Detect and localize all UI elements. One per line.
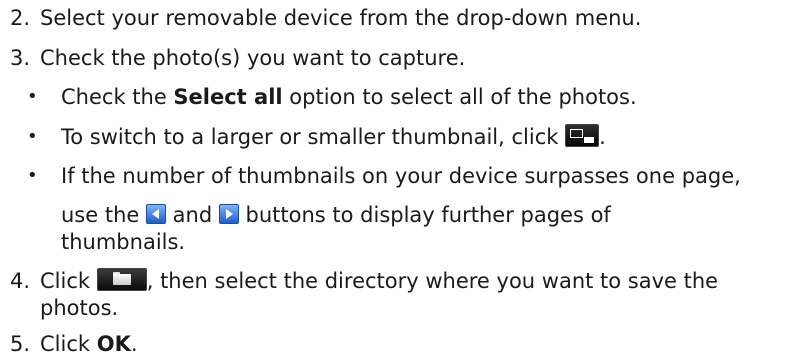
step-number: 2. bbox=[10, 6, 31, 30]
next-page-icon bbox=[218, 204, 239, 224]
previous-page-icon bbox=[145, 204, 166, 224]
step-4: 4. Click , then select the directory whe… bbox=[10, 266, 718, 296]
step-text: Click , then select the directory where … bbox=[40, 268, 719, 293]
bullet-text: Check the Select all option to select al… bbox=[61, 85, 637, 109]
thumbnail-size-icon bbox=[565, 124, 600, 147]
step-text: Check the photo(s) you want to capture. bbox=[40, 46, 466, 70]
bullet-marker: • bbox=[27, 165, 38, 186]
bullet-text: To switch to a larger or smaller thumbna… bbox=[61, 124, 606, 149]
bullet-pages-line3: thumbnails. bbox=[61, 230, 186, 254]
bullet-pages-line2: use the and buttons to display further p… bbox=[61, 203, 611, 227]
ok-label: OK bbox=[96, 332, 131, 356]
bullet-marker: • bbox=[27, 86, 38, 107]
step-text: Click OK. bbox=[40, 332, 138, 356]
step-number: 4. bbox=[10, 269, 31, 293]
step-number: 3. bbox=[10, 46, 31, 70]
step-3: 3. Check the photo(s) you want to captur… bbox=[10, 43, 465, 73]
folder-browse-icon bbox=[96, 268, 147, 291]
step-2: 2. Select your removable device from the… bbox=[10, 3, 641, 33]
select-all-label: Select all bbox=[173, 85, 283, 109]
bullet-text-line1: If the number of thumbnails on your devi… bbox=[61, 164, 741, 188]
bullet-marker: • bbox=[27, 126, 38, 147]
step-5: 5. Click OK. bbox=[10, 329, 138, 359]
step-text: Select your removable device from the dr… bbox=[40, 6, 642, 30]
step-number: 5. bbox=[10, 332, 31, 356]
step-4-line2: photos. bbox=[40, 296, 119, 320]
